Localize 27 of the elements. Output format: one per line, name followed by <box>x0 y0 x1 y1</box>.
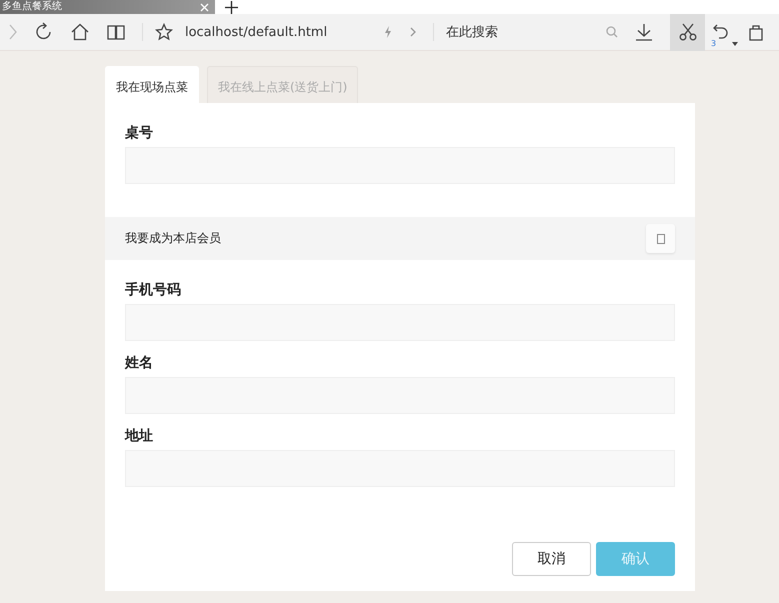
member-label: 我要成为本店会员 <box>125 230 221 247</box>
star-icon[interactable] <box>154 23 173 41</box>
scissors-button[interactable] <box>670 14 705 50</box>
dropdown-caret-icon[interactable] <box>732 42 738 46</box>
undo-count: 3 <box>711 40 718 48</box>
tab-title: 多鱼点餐系统 <box>2 0 62 14</box>
field-label: 姓名 <box>125 355 154 372</box>
home-icon[interactable] <box>70 22 90 42</box>
undo-icon[interactable] <box>711 22 729 40</box>
checkbox-button[interactable] <box>646 224 675 253</box>
close-icon[interactable] <box>200 2 209 12</box>
lightning-icon[interactable] <box>383 25 394 39</box>
address-bar[interactable]: localhost/default.html <box>184 24 384 40</box>
field-label: 桌号 <box>125 125 154 142</box>
browser-tab[interactable]: 多鱼点餐系统 <box>0 0 215 14</box>
download-icon[interactable] <box>634 22 654 42</box>
bag-icon[interactable] <box>749 23 763 41</box>
checkbox[interactable] <box>656 234 664 244</box>
form-tab[interactable]: 我在现场点菜 <box>105 66 199 103</box>
cancel-button[interactable]: 取消 <box>512 542 591 576</box>
field-label: 手机号码 <box>125 282 182 299</box>
field-label: 地址 <box>125 428 154 445</box>
scissors-icon[interactable] <box>678 22 698 42</box>
undo-button[interactable]: 3 <box>711 22 741 48</box>
plus-icon[interactable] <box>225 0 238 14</box>
chevron-right-icon[interactable] <box>409 26 418 38</box>
search-field[interactable]: 在此搜索 <box>446 24 606 40</box>
